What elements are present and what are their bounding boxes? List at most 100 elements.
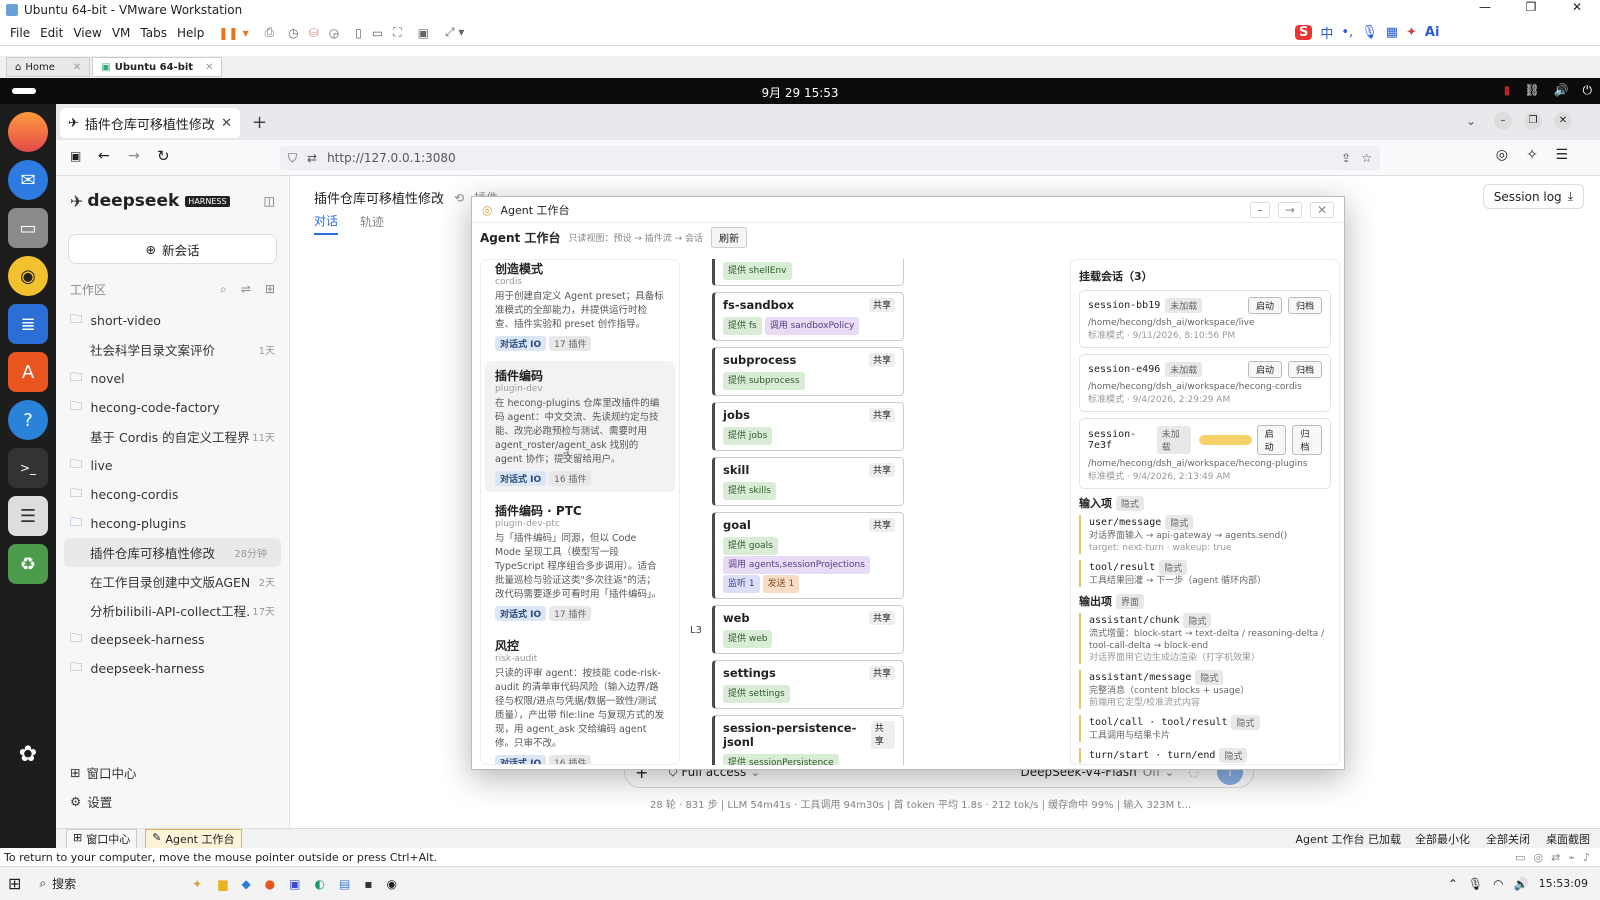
refresh-button[interactable]: 刷新 [711, 226, 748, 248]
shield-icon[interactable]: ⛉ [288, 151, 297, 166]
new-folder-icon[interactable]: ⊞ [265, 282, 275, 296]
punctuation-icon[interactable]: •, [1341, 25, 1353, 40]
modal-minimize-button[interactable]: – [1249, 201, 1270, 218]
extensions-icon[interactable]: ✧ [1526, 147, 1538, 163]
console-view-icon[interactable]: ▣ [418, 26, 429, 40]
filter-icon[interactable]: ⇌ [241, 282, 251, 296]
workspace-folder[interactable]: 🗀 short-video [56, 306, 289, 335]
library-view-icon[interactable]: ▯ [355, 26, 362, 40]
indicator-icon[interactable]: ▮ [1504, 83, 1511, 98]
network-icon[interactable]: ⛓ [1524, 83, 1539, 98]
desktop-screenshot-button[interactable]: 桌面截图 [1546, 831, 1590, 847]
microphone-icon[interactable]: 🎙 [1361, 25, 1378, 40]
speaker-icon[interactable]: 🔊 [1514, 877, 1529, 891]
menu-edit[interactable]: Edit [40, 26, 63, 40]
preset-card[interactable]: 插件编码 plugin-dev 在 hecong-plugins 仓库里改插件的编码… [485, 361, 675, 492]
windows-clock[interactable]: 15:53:09 [1539, 877, 1588, 890]
vmware-taskbar-icon[interactable]: ▣ [289, 877, 300, 891]
keyboard-icon[interactable]: ▦ [1386, 25, 1398, 40]
firefox-taskbar-icon[interactable]: ● [265, 877, 275, 891]
mic-icon[interactable]: 🎙 [1468, 877, 1483, 891]
ai-icon[interactable]: Ai [1425, 25, 1440, 40]
sogou-logo-icon[interactable]: S [1295, 24, 1313, 40]
preset-card[interactable]: 风控 risk-audit 只读的评审 agent：按技能 code-risk-au… [485, 631, 675, 764]
plugin-module[interactable]: goal 共享 提供 goals调用 agents,sessionProjectio… [712, 512, 904, 599]
menu-file[interactable]: File [10, 26, 30, 40]
menu-tabs[interactable]: Tabs [140, 26, 167, 40]
plugin-module[interactable]: 提供 shellEnv [712, 259, 904, 286]
menu-help[interactable]: Help [177, 26, 204, 40]
thunderbird-icon[interactable]: ✉ [8, 160, 48, 200]
plugin-module[interactable]: settings 共享 提供 settings [712, 660, 904, 709]
close-tab-icon[interactable]: ✕ [73, 62, 81, 73]
start-session-button[interactable]: 启动 [1256, 425, 1287, 455]
sidebar-toggle-icon[interactable]: ▣ [70, 149, 81, 163]
explorer-icon[interactable]: ▆ [218, 877, 227, 891]
session-card[interactable]: session-e496 未加载 启动 归档/home/hecong/dsh_ai/w… [1079, 354, 1331, 412]
skin-icon[interactable]: ✦ [1406, 25, 1417, 40]
permissions-icon[interactable]: ⇄ [307, 151, 317, 165]
windows-start-icon[interactable]: ⊞ [8, 874, 21, 893]
forward-icon[interactable]: → [128, 148, 140, 164]
close-all-button[interactable]: 全部关闭 [1486, 831, 1530, 847]
hdd-icon[interactable]: ▭ [1515, 851, 1525, 864]
plugin-module[interactable]: session-persistence-jsonl 共享 提供 sessionPer… [712, 715, 904, 765]
text-editor-icon[interactable]: ☰ [8, 496, 48, 536]
network-adapter-icon[interactable]: ⇄ [1551, 851, 1560, 864]
windows-search[interactable]: 搜索 [52, 875, 192, 892]
new-tab-button[interactable]: + [252, 112, 267, 133]
vscode-icon[interactable]: ◆ [241, 877, 250, 891]
ff-close-button[interactable]: ✕ [1554, 112, 1572, 130]
app-taskbar-icon[interactable]: ▤ [339, 877, 350, 891]
thumbnail-view-icon[interactable]: ▭ [372, 26, 383, 40]
cd-icon[interactable]: ◎ [1534, 851, 1544, 864]
search-icon[interactable]: ⌕ [220, 282, 227, 297]
archive-session-button[interactable]: 归档 [1292, 425, 1323, 455]
preset-column[interactable]: 创造模式 cordis 用于创建自定义 Agent preset；具备标准模式的全部… [480, 259, 680, 765]
writer-icon[interactable]: ≣ [8, 304, 48, 344]
edge-icon[interactable]: ◐ [315, 877, 325, 891]
workspace-folder[interactable]: 🗀 deepseek-harness [56, 625, 289, 654]
minimize-window-button[interactable]: — [1462, 0, 1508, 14]
terminal-icon[interactable]: >_ [8, 448, 48, 488]
menu-icon[interactable]: ☰ [1555, 147, 1568, 163]
close-tab-icon[interactable]: ✕ [205, 62, 213, 73]
chevron-up-icon[interactable]: ⌃ [1448, 877, 1458, 891]
session-card[interactable]: session-bb19 未加载 启动 归档/home/hecong/dsh_ai/w… [1079, 290, 1331, 348]
stretch-icon[interactable]: ⤢ ▾ [445, 25, 464, 40]
archive-session-button[interactable]: 归档 [1287, 361, 1322, 378]
modal-close-button[interactable]: ✕ [1309, 201, 1334, 218]
ff-restore-button[interactable]: ❐ [1524, 112, 1542, 130]
firefox-active-tab[interactable]: ✈ 插件仓库可移植性修改 — ✕ [60, 108, 240, 138]
firefox-icon[interactable] [8, 112, 48, 152]
plugin-module[interactable]: web 共享 提供 web [712, 605, 904, 654]
agent-workbench-chip[interactable]: ✎ Agent 工作台 [145, 828, 242, 849]
ff-minimize-button[interactable]: – [1494, 112, 1512, 130]
new-chat-button[interactable]: ⊕ 新会话 [68, 234, 277, 264]
share-icon[interactable]: ⇪ [1341, 151, 1351, 165]
snapshot-manager-icon[interactable]: ◶ [329, 26, 339, 40]
bookmark-star-icon[interactable]: ☆ [1361, 151, 1372, 165]
workspace-folder[interactable]: 🗀 hecong-code-factory [56, 393, 289, 422]
reload-icon[interactable]: ↻ [157, 147, 170, 165]
minimize-all-button[interactable]: 全部最小化 [1415, 831, 1470, 847]
help-icon[interactable]: ? [8, 400, 48, 440]
ubuntu-clock[interactable]: 9月 29 15:53 [0, 84, 1600, 101]
session-item[interactable]: 社会科学目录文案评价 1天 [56, 335, 289, 364]
vm-tab-ubuntu[interactable]: ▣ Ubuntu 64-bit ✕ [92, 57, 223, 77]
menu-vm[interactable]: VM [112, 26, 131, 40]
url-text[interactable]: http://127.0.0.1:3080 [327, 151, 456, 165]
snapshot-revert-icon[interactable]: ⛁ [309, 26, 319, 40]
volume-icon[interactable]: 🔊 [1554, 83, 1569, 98]
session-item[interactable]: 基于 Cordis 的自定义工程界… 11天 [56, 422, 289, 451]
workspace-folder[interactable]: 🗀 deepseek-harness [56, 654, 289, 683]
maximize-window-button[interactable]: ❐ [1508, 0, 1554, 14]
app-center-icon[interactable]: A [8, 352, 48, 392]
plugin-module[interactable]: fs-sandbox 共享 提供 fs 调用 sandboxPolicy [712, 292, 904, 341]
preset-card[interactable]: 插件编码 · PTC plugin-dev-ptc 与「插件编码」同源，但以 Cod… [485, 496, 675, 627]
trash-icon[interactable]: ♻ [8, 544, 48, 584]
window-center-chip[interactable]: ⊞ 窗口中心 [66, 828, 138, 849]
archive-session-button[interactable]: 归档 [1287, 297, 1322, 314]
window-center-link[interactable]: ⊞ 窗口中心 [56, 758, 290, 787]
settings-link[interactable]: ⚙ 设置 [56, 787, 290, 816]
